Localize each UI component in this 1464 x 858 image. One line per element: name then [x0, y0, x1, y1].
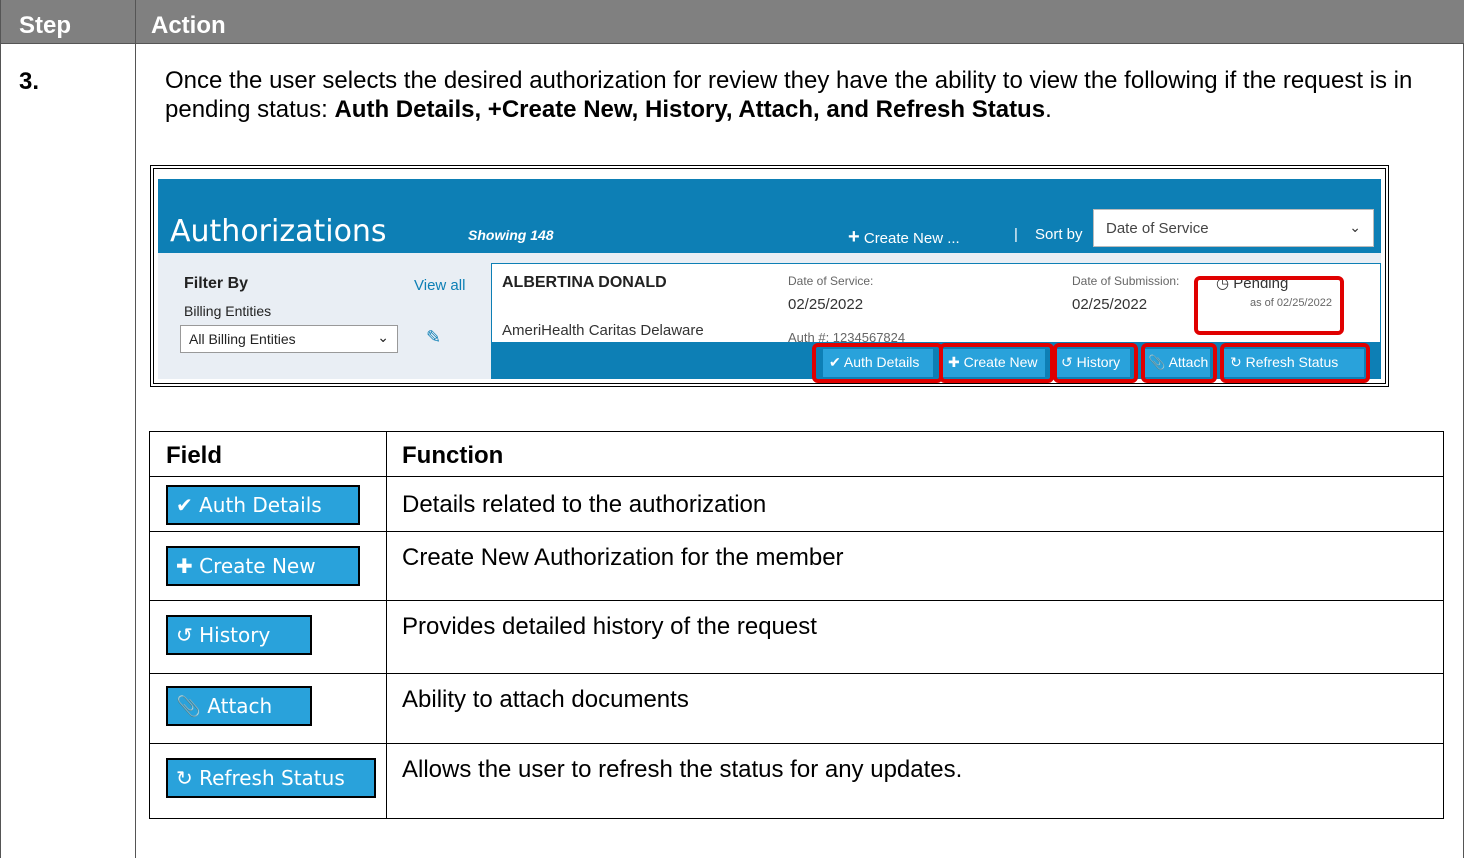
- table-row: 📎 Attach Ability to attach documents: [150, 674, 1443, 744]
- function-text: Ability to attach documents: [402, 686, 689, 713]
- table-header: Step Action: [1, 0, 1464, 44]
- date-of-service-value: 02/25/2022: [788, 296, 864, 313]
- plan-name: AmeriHealth Caritas Delaware: [502, 322, 704, 339]
- app-title: Authorizations: [170, 214, 387, 249]
- paperclip-icon: 📎: [176, 694, 201, 718]
- refresh-icon: ↻: [176, 766, 193, 790]
- history-icon: ↺: [176, 623, 193, 647]
- date-of-submission-label: Date of Submission:: [1072, 274, 1180, 288]
- refresh-status-highlight: [1220, 343, 1370, 383]
- field-button-label: Create New: [199, 554, 316, 578]
- auth-details-highlight: [812, 343, 943, 383]
- sort-select-value: Date of Service: [1106, 220, 1209, 237]
- create-new-highlight: [939, 343, 1054, 383]
- history-highlight: [1053, 343, 1138, 383]
- function-text: Allows the user to refresh the status fo…: [402, 756, 963, 783]
- function-text: Create New Authorization for the member: [402, 544, 844, 571]
- table-row: ✔ Auth Details Details related to the au…: [150, 477, 1443, 532]
- field-table-header: Field Function: [150, 432, 1443, 477]
- field-header: Field: [166, 442, 223, 469]
- date-of-submission-value: 02/25/2022: [1072, 296, 1148, 313]
- plus-icon: ✚: [176, 554, 193, 578]
- function-text: Provides detailed history of the request: [402, 613, 817, 640]
- description-end: .: [1045, 96, 1052, 123]
- step-table: Step Action 3. Once the user selects the…: [0, 0, 1464, 858]
- field-button-label: History: [199, 623, 271, 647]
- screenshot-frame: Authorizations Showing 148 + Create New …: [150, 165, 1389, 387]
- description-bold: Auth Details, +Create New, History, Atta…: [334, 96, 1046, 123]
- table-row: ✚ Create New Create New Authorization fo…: [150, 532, 1443, 601]
- create-new-link[interactable]: + Create New ...: [848, 226, 960, 249]
- app-header-bar: Authorizations Showing 148 + Create New …: [158, 179, 1381, 253]
- header-separator: |: [1014, 226, 1018, 243]
- billing-entities-select[interactable]: All Billing Entities ⌄: [180, 325, 398, 353]
- member-name: ALBERTINA DONALD: [502, 274, 667, 291]
- column-divider: [135, 44, 136, 858]
- create-new-label: Create New ...: [863, 230, 960, 247]
- view-all-link[interactable]: View all: [414, 277, 465, 294]
- create-new-button-sample: ✚ Create New: [166, 546, 360, 586]
- chevron-down-icon: ⌄: [377, 329, 389, 345]
- showing-count: Showing 148: [468, 227, 554, 243]
- function-text: Details related to the authorization: [402, 491, 767, 518]
- refresh-status-button-sample: ↻ Refresh Status: [166, 758, 376, 798]
- step-number: 3.: [19, 68, 40, 95]
- plus-icon: +: [848, 226, 860, 248]
- filter-title: Filter By: [184, 275, 249, 292]
- date-of-service-label: Date of Service:: [788, 274, 874, 288]
- chevron-down-icon: ⌄: [1349, 219, 1361, 235]
- table-row: ↺ History Provides detailed history of t…: [150, 601, 1443, 674]
- filter-panel: Filter By View all Billing Entities All …: [170, 263, 480, 379]
- field-button-label: Auth Details: [199, 493, 322, 517]
- field-button-label: Attach: [207, 694, 273, 718]
- sort-by-label: Sort by: [1035, 226, 1083, 243]
- pending-highlight: [1194, 276, 1344, 335]
- history-button-sample: ↺ History: [166, 615, 312, 655]
- auth-details-button-sample: ✔ Auth Details: [166, 485, 360, 525]
- function-header: Function: [402, 442, 504, 469]
- header-action: Action: [151, 12, 226, 39]
- attach-highlight: [1141, 343, 1217, 383]
- sort-select[interactable]: Date of Service ⌄: [1093, 209, 1374, 247]
- field-function-table: Field Function ✔ Auth Details Details re…: [149, 431, 1444, 819]
- header-divider: [135, 0, 136, 44]
- billing-entities-value: All Billing Entities: [189, 331, 296, 347]
- attach-button-sample: 📎 Attach: [166, 686, 312, 726]
- header-step: Step: [19, 12, 72, 39]
- authorizations-app: Authorizations Showing 148 + Create New …: [158, 179, 1381, 383]
- field-button-label: Refresh Status: [199, 766, 345, 790]
- table-row: ↻ Refresh Status Allows the user to refr…: [150, 744, 1443, 818]
- pencil-icon[interactable]: ✎: [426, 327, 441, 348]
- check-circle-icon: ✔: [176, 493, 193, 517]
- step-description: Once the user selects the desired author…: [165, 66, 1445, 124]
- billing-entities-label: Billing Entities: [184, 303, 272, 319]
